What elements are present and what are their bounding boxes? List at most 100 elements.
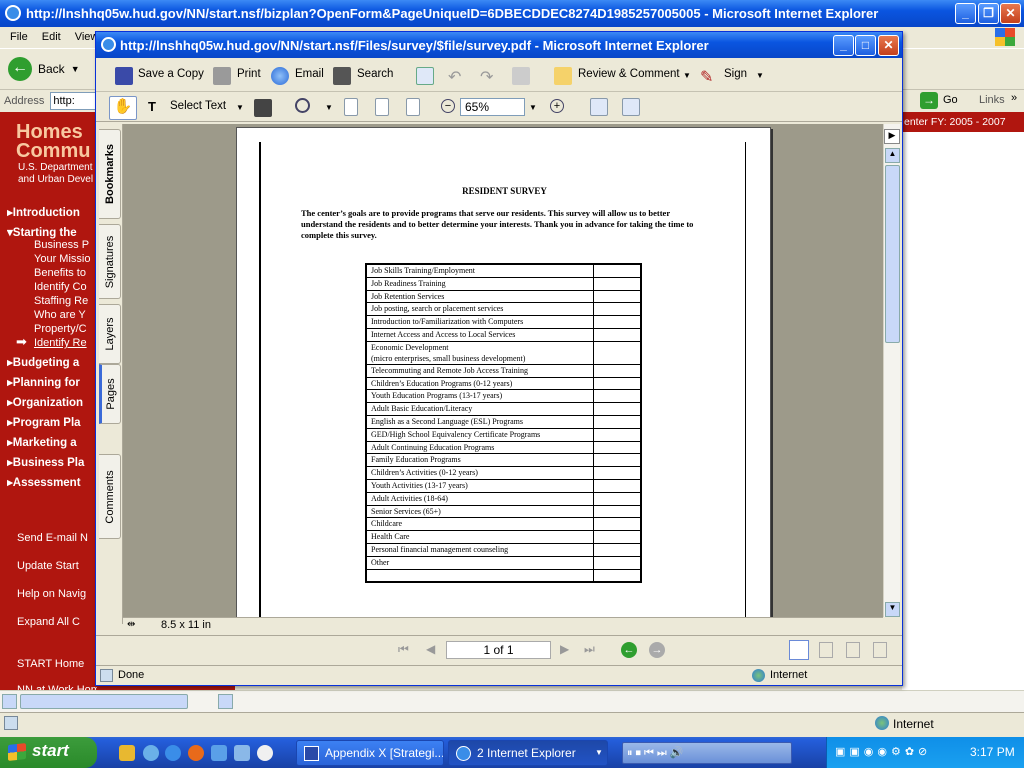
pen-icon[interactable]: ✎ xyxy=(700,67,718,86)
next-page-icon[interactable]: ▶ xyxy=(560,642,569,656)
nav-sub-identify-re[interactable]: Identify Re xyxy=(34,337,96,349)
start-button[interactable]: start xyxy=(0,737,97,768)
search-button[interactable]: Search xyxy=(357,68,393,80)
tab-bookmarks[interactable]: Bookmarks xyxy=(99,129,121,219)
spellcheck-icon[interactable] xyxy=(416,67,434,85)
nav-business-plan[interactable]: ▸Business Pla xyxy=(7,455,97,469)
menu-file[interactable]: File xyxy=(10,31,28,43)
rotate-cw-icon[interactable] xyxy=(590,98,608,116)
print-icon[interactable] xyxy=(213,67,231,85)
quicklaunch-ie-icon[interactable] xyxy=(165,745,181,761)
link-update-start[interactable]: Update Start xyxy=(17,560,97,572)
hand-tool-icon[interactable]: ✋ xyxy=(109,96,137,120)
address-input[interactable]: http: xyxy=(50,92,99,110)
text-cursor-icon[interactable]: T xyxy=(148,99,166,117)
nav-assessment[interactable]: ▸Assessment xyxy=(7,475,97,489)
nav-sub-business[interactable]: Business P xyxy=(34,239,96,251)
nav-starting[interactable]: ▾Starting the xyxy=(7,225,97,239)
nav-sub-mission[interactable]: Your Missio xyxy=(34,253,96,265)
task-ie[interactable]: 2 Internet Explorer ▼ xyxy=(448,740,608,766)
print-button[interactable]: Print xyxy=(237,68,261,80)
go-button[interactable]: Go xyxy=(943,94,958,106)
maximize-button[interactable]: ❐ xyxy=(978,3,999,24)
task-word[interactable]: Appendix X [Strategi... xyxy=(296,740,444,766)
comment-icon[interactable] xyxy=(554,67,572,85)
quicklaunch-5-icon[interactable] xyxy=(234,745,250,761)
nav-sub-identify[interactable]: Identify Co xyxy=(34,281,96,293)
fit-page-icon[interactable] xyxy=(375,98,389,116)
pdf-maximize-button[interactable]: □ xyxy=(855,35,876,56)
zoom-dropdown-icon[interactable]: ▼ xyxy=(325,103,333,112)
email-icon[interactable] xyxy=(271,67,289,85)
binoculars-icon[interactable] xyxy=(333,67,351,85)
scroll-right-icon[interactable] xyxy=(218,694,233,709)
single-page-icon[interactable] xyxy=(789,640,809,660)
scroll-thumb[interactable] xyxy=(20,694,188,709)
pdf-close-button[interactable]: ✕ xyxy=(878,35,899,56)
continuous-icon[interactable] xyxy=(819,642,833,658)
select-text-button[interactable]: Select Text xyxy=(170,100,226,112)
review-comment-button[interactable]: Review & Comment xyxy=(578,68,680,80)
sign-button[interactable]: Sign xyxy=(724,68,747,80)
scroll-left-icon[interactable] xyxy=(2,694,17,709)
chevron-right-icon[interactable]: » xyxy=(1011,92,1017,104)
links-button[interactable]: Links xyxy=(979,94,1005,106)
email-button[interactable]: Email xyxy=(295,68,324,80)
nav-program[interactable]: ▸Program Pla xyxy=(7,415,97,429)
snapshot-icon[interactable] xyxy=(254,99,272,117)
media-player-controls-icon[interactable]: ⏸⏹⏮⏭🔊 xyxy=(627,746,687,760)
continuous-facing-icon[interactable] xyxy=(873,642,887,658)
zoom-out-icon[interactable]: − xyxy=(441,99,455,113)
zoom-in-plus-icon[interactable]: + xyxy=(550,99,564,113)
go-forward-icon[interactable]: → xyxy=(649,642,665,658)
quicklaunch-2-icon[interactable] xyxy=(143,745,159,761)
scroll-down-icon[interactable]: ▼ xyxy=(885,602,900,617)
page-right-arrow-icon[interactable]: ▶ xyxy=(884,129,900,144)
zoom-level-dropdown-icon[interactable]: ▼ xyxy=(529,103,537,112)
link-send-email[interactable]: Send E-mail N xyxy=(17,532,97,544)
rotate-ccw-icon[interactable] xyxy=(622,98,640,116)
go-back-icon[interactable]: ← xyxy=(621,642,637,658)
last-page-icon[interactable]: ⏭ xyxy=(584,642,595,657)
prev-page-icon[interactable]: ◀ xyxy=(426,642,435,656)
zoom-in-icon[interactable] xyxy=(295,98,310,113)
back-dropdown-icon[interactable]: ▼ xyxy=(71,64,80,74)
save-icon[interactable] xyxy=(115,67,133,85)
quicklaunch-1-icon[interactable] xyxy=(119,745,135,761)
nav-budgeting[interactable]: ▸Budgeting a xyxy=(7,355,97,369)
nav-marketing[interactable]: ▸Marketing a xyxy=(7,435,97,449)
nav-sub-benefits[interactable]: Benefits to xyxy=(34,267,96,279)
select-dropdown-icon[interactable]: ▼ xyxy=(236,103,244,112)
tab-comments[interactable]: Comments xyxy=(99,454,121,539)
quicklaunch-4-icon[interactable] xyxy=(211,745,227,761)
link-expand-all[interactable]: Expand All C xyxy=(17,616,97,628)
split-handle-icon[interactable]: ⇹ xyxy=(127,619,135,630)
page-number-input[interactable]: 1 of 1 xyxy=(446,641,551,659)
pdf-scroll-thumb[interactable] xyxy=(885,165,900,343)
quicklaunch-firefox-icon[interactable] xyxy=(188,745,204,761)
undo-icon[interactable]: ↶ xyxy=(448,67,466,86)
nav-sub-staffing[interactable]: Staffing Re xyxy=(34,295,96,307)
menu-edit[interactable]: Edit xyxy=(42,31,61,43)
nav-introduction[interactable]: ▸Introduction xyxy=(7,205,97,219)
media-controls[interactable]: ⏸⏹⏮⏭🔊 xyxy=(622,742,792,764)
outer-horizontal-scrollbar[interactable] xyxy=(0,690,1024,712)
tab-pages[interactable]: Pages xyxy=(99,364,121,424)
fit-width-icon[interactable] xyxy=(406,98,420,116)
tab-signatures[interactable]: Signatures xyxy=(99,224,121,299)
scroll-up-icon[interactable]: ▲ xyxy=(885,148,900,163)
pdf-minimize-button[interactable]: _ xyxy=(833,35,854,56)
pdf-vertical-scrollbar[interactable]: ▶ ▲ ▼ xyxy=(883,124,900,617)
quicklaunch-6-icon[interactable] xyxy=(257,745,273,761)
copy-icon[interactable] xyxy=(512,67,530,85)
first-page-icon[interactable]: ⏮ xyxy=(398,642,409,657)
tray-icons[interactable]: ▣▣◉◉⚙✿⊘ xyxy=(835,745,931,758)
nav-planning[interactable]: ▸Planning for xyxy=(7,375,97,389)
save-copy-button[interactable]: Save a Copy xyxy=(138,68,204,80)
go-arrow-icon[interactable]: → xyxy=(920,92,938,109)
back-arrow-icon[interactable]: ← xyxy=(8,57,32,81)
nav-organization[interactable]: ▸Organization xyxy=(7,395,97,409)
link-start-home[interactable]: START Home xyxy=(17,658,97,670)
back-button-label[interactable]: Back xyxy=(38,62,65,76)
actual-size-icon[interactable] xyxy=(344,98,358,116)
